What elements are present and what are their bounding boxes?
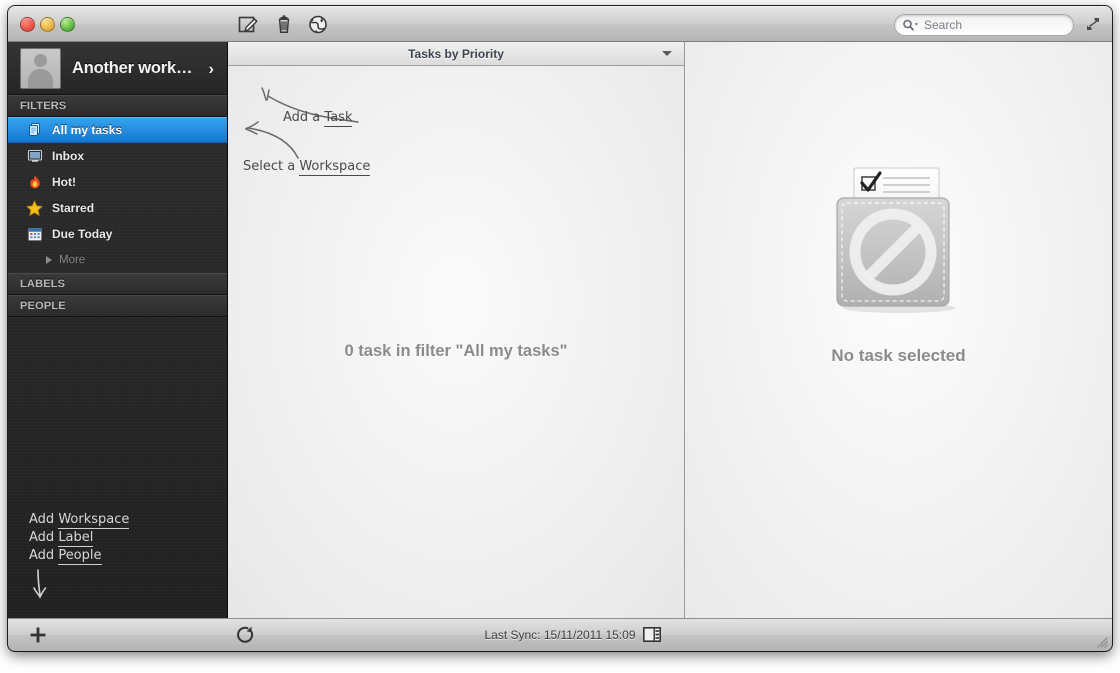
window-body: Another work… › FILTERS All my tasks Inb…	[8, 42, 1112, 618]
annotation-add-label: Add Label	[29, 530, 94, 547]
sidebar-item-label: Due Today	[52, 227, 113, 241]
annotation-add-a-task: Add a Task	[283, 110, 353, 127]
no-task-selected-icon: No task selected	[809, 162, 989, 366]
sidebar-item-inbox[interactable]: Inbox	[8, 143, 227, 169]
bottom-toolbar: Last Sync: 15/11/2011 15:09	[8, 618, 1112, 651]
sync-status-label: Last Sync: 15/11/2011 15:09	[484, 628, 636, 642]
calendar-icon	[26, 226, 43, 243]
task-list-header[interactable]: Tasks by Priority	[228, 42, 684, 66]
sidebar-item-label: All my tasks	[52, 123, 123, 137]
search-field[interactable]	[894, 14, 1074, 36]
annotation-select-a-workspace: Select a Workspace	[243, 159, 371, 176]
annotation-add-workspace: Add Workspace	[29, 512, 130, 529]
section-header-labels: LABELS	[8, 273, 227, 295]
sidebar: Another work… › FILTERS All my tasks Inb…	[8, 42, 228, 618]
avatar	[20, 47, 61, 89]
zoom-window-button[interactable]	[60, 17, 75, 32]
sidebar-item-label: More	[59, 254, 86, 266]
sidebar-item-due-today[interactable]: Due Today	[8, 221, 227, 247]
sidebar-annotations: Add Workspace Add Label Add People	[29, 512, 130, 606]
workspace-switcher[interactable]: Another work… ›	[8, 42, 227, 95]
search-input[interactable]	[924, 18, 1059, 32]
triangle-right-icon	[46, 256, 52, 264]
sidebar-item-more[interactable]: More	[8, 247, 227, 273]
inbox-screen-icon	[26, 148, 43, 165]
compose-icon[interactable]	[237, 14, 259, 35]
close-window-button[interactable]	[20, 17, 35, 32]
sidebar-item-label: Hot!	[52, 175, 76, 189]
stacked-pages-icon	[26, 122, 43, 139]
no-task-selected-label: No task selected	[831, 346, 966, 365]
window-titlebar	[8, 6, 1112, 42]
annotation-add-people: Add People	[29, 548, 102, 565]
workspace-name: Another work…	[72, 58, 193, 77]
sidebar-item-hot[interactable]: Hot!	[8, 169, 227, 195]
resize-grip-icon[interactable]	[1095, 635, 1109, 649]
sidebar-item-all-my-tasks[interactable]: All my tasks	[8, 117, 227, 143]
task-list-body: Add a Task Select a Workspace 0 task in …	[228, 66, 684, 618]
task-list-title: Tasks by Priority	[408, 46, 504, 61]
panel-toggle-icon[interactable]	[643, 627, 661, 642]
search-icon	[902, 19, 920, 31]
trash-icon[interactable]	[273, 14, 295, 35]
flame-icon	[26, 174, 43, 191]
chevron-down-icon[interactable]	[662, 51, 672, 56]
minimize-window-button[interactable]	[40, 17, 55, 32]
star-icon	[26, 200, 43, 217]
annotation-arrow-down-icon	[33, 569, 47, 599]
sidebar-item-label: Starred	[52, 201, 95, 215]
section-header-filters: FILTERS	[8, 95, 227, 117]
empty-list-message: 0 task in filter "All my tasks"	[344, 342, 568, 360]
app-window: Another work… › FILTERS All my tasks	[8, 6, 1112, 651]
task-list-pane: Tasks by Priority Add a Task Select a Wo…	[228, 42, 685, 618]
chevron-right-icon[interactable]: ›	[208, 60, 214, 77]
sidebar-item-starred[interactable]: Starred	[8, 195, 227, 221]
section-header-people: PEOPLE	[8, 295, 227, 317]
sidebar-item-label: Inbox	[52, 149, 84, 163]
task-detail-pane: No task selected	[685, 42, 1112, 618]
globe-icon[interactable]	[307, 14, 329, 35]
fullscreen-icon[interactable]	[1085, 16, 1101, 32]
